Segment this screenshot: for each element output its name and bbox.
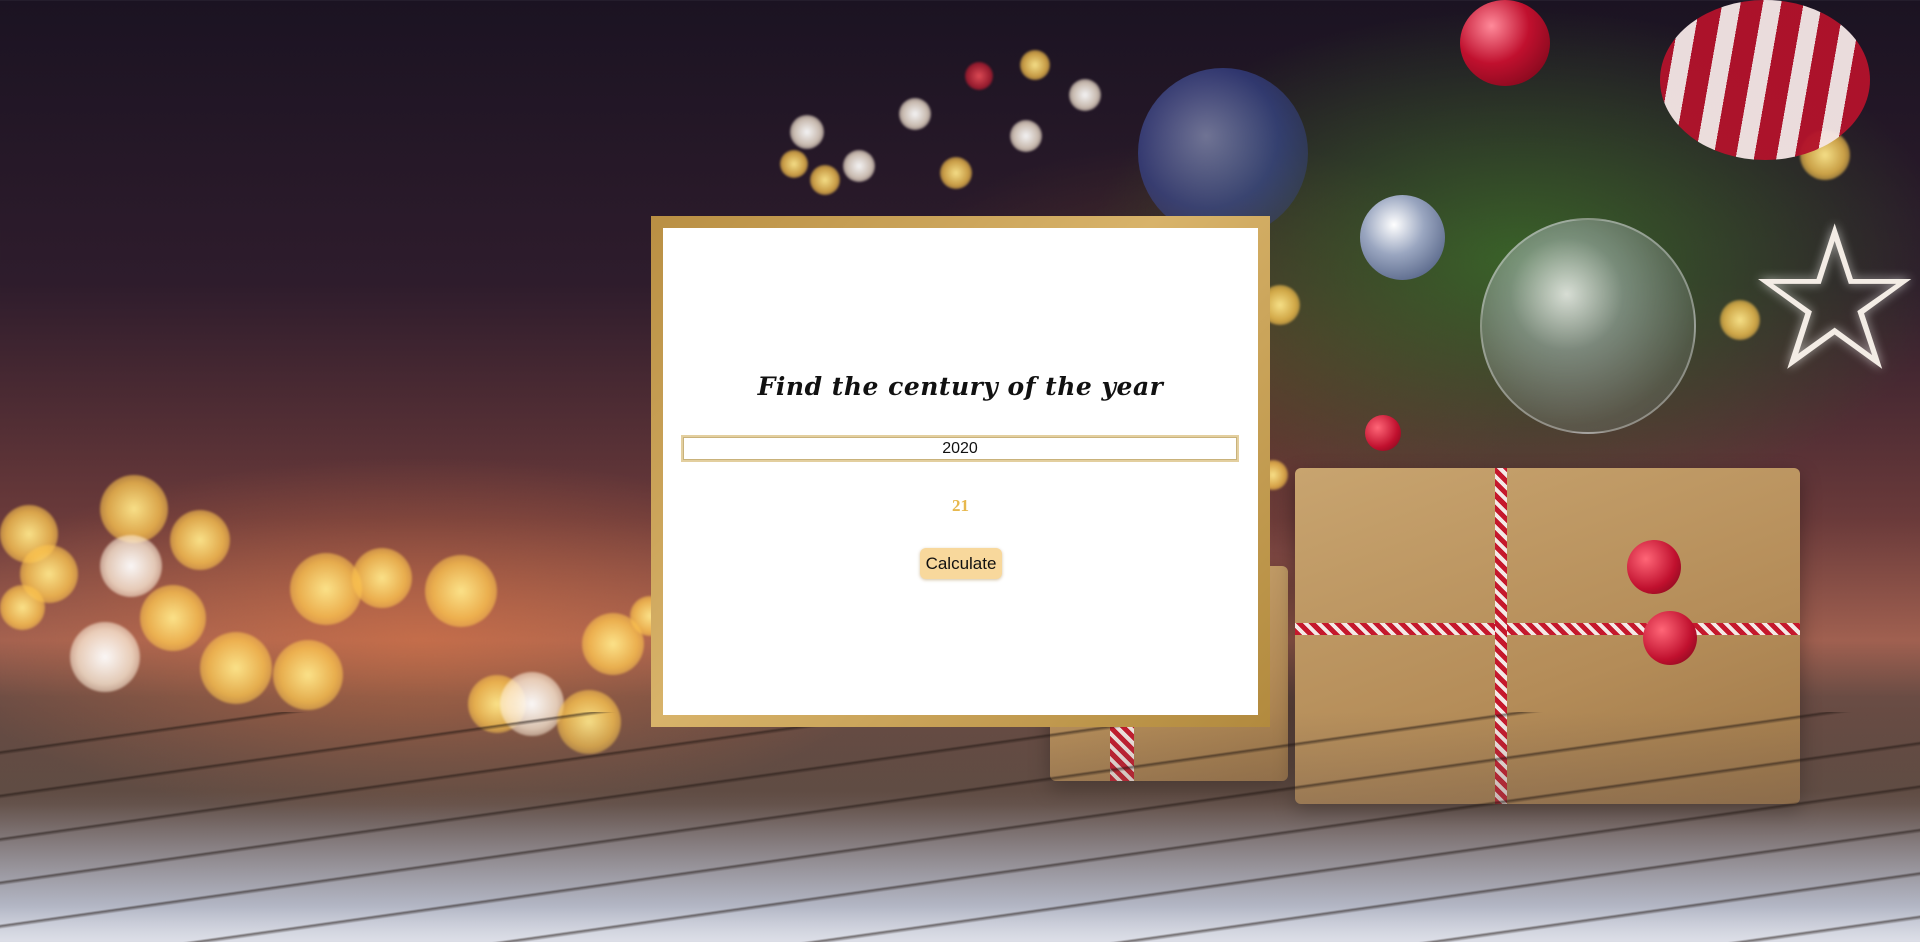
bokeh-light [290,553,362,625]
bokeh-light [170,510,230,570]
wooden-floor [0,712,1920,942]
bokeh-light [810,165,840,195]
bokeh-light [965,62,993,90]
bokeh-light [20,545,78,603]
silver-ornament [1360,195,1445,280]
calculate-button[interactable]: Calculate [920,548,1002,579]
bokeh-light [0,505,58,563]
bokeh-light [100,535,162,597]
bokeh-light [940,157,972,189]
century-result: 21 [952,496,969,515]
calculator-card: Find the century of the year 21 Calculat… [663,228,1258,715]
striped-ornament [1660,0,1870,160]
bokeh-light [843,150,875,182]
bokeh-light [780,150,808,178]
bokeh-light [1020,50,1050,80]
glass-ornament [1480,218,1696,434]
bokeh-light [425,555,497,627]
bokeh-light [1069,79,1101,111]
bokeh-light [200,632,272,704]
bokeh-light [582,613,644,675]
red-ornament [1460,0,1550,86]
blue-ornament [1138,68,1308,238]
bokeh-light [557,690,621,754]
star-ornament: ☆ [1745,183,1920,416]
bokeh-light [1010,120,1042,152]
bokeh-light [70,622,140,692]
calculator-card-frame: Find the century of the year 21 Calculat… [651,216,1270,727]
bokeh-light [1720,300,1760,340]
bokeh-light [100,475,168,543]
bokeh-light [899,98,931,130]
red-berry [1365,415,1401,451]
bokeh-light [140,585,206,651]
bokeh-light [468,675,526,733]
bokeh-light [500,672,564,736]
bokeh-light [352,548,412,608]
card-title: Find the century of the year [757,372,1164,401]
bokeh-light [790,115,824,149]
bokeh-light [273,640,343,710]
bokeh-light [0,585,45,630]
year-input[interactable] [681,435,1239,462]
gift-box-large [1295,468,1800,804]
bokeh-light [1800,130,1850,180]
